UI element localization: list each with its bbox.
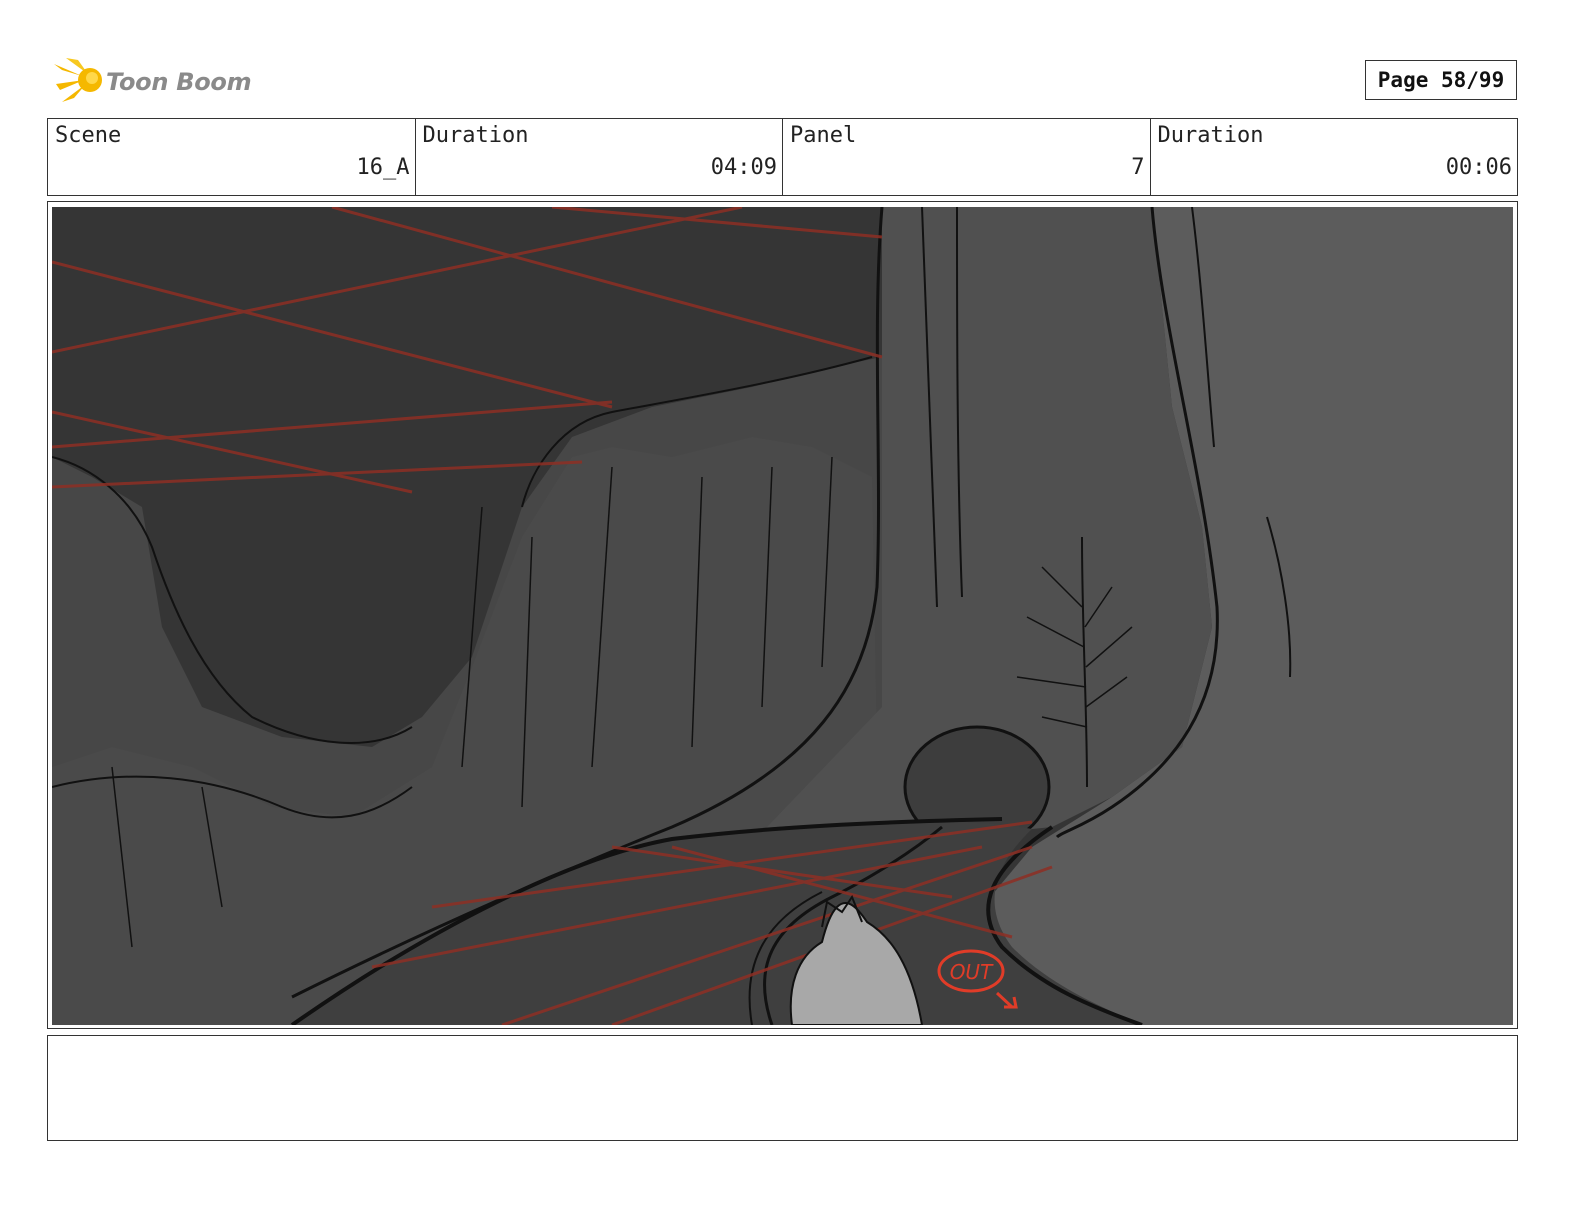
panel-value: 7 [1131,155,1145,180]
logo-text: Toon Boom [106,68,252,96]
scene-duration-label: Duration [422,123,529,148]
panel-notes-box [47,1035,1518,1141]
storyboard-panel-image: OUT [52,207,1513,1025]
storyboard-panel-frame: OUT [47,201,1518,1029]
scene-value: 16_A [356,155,410,180]
panel-label: Panel [790,123,857,148]
scene-label: Scene [55,123,122,148]
panel-duration-cell: Duration 00:06 [1151,119,1518,195]
page-number: Page 58/99 [1365,60,1517,100]
scene-duration-value: 04:09 [710,155,777,180]
panel-cell: Panel 7 [783,119,1151,195]
scene-cell: Scene 16_A [48,119,416,195]
panel-duration-label: Duration [1157,123,1264,148]
out-annotation: OUT [950,960,994,984]
sketch-drawing: OUT [52,207,1513,1025]
scene-duration-cell: Duration 04:09 [416,119,783,195]
scene-info-table: Scene 16_A Duration 04:09 Panel 7 Durati… [47,118,1518,196]
toon-boom-logo: Toon Boom [52,56,252,108]
toon-boom-star-icon [52,54,104,110]
panel-duration-value: 00:06 [1445,155,1512,180]
